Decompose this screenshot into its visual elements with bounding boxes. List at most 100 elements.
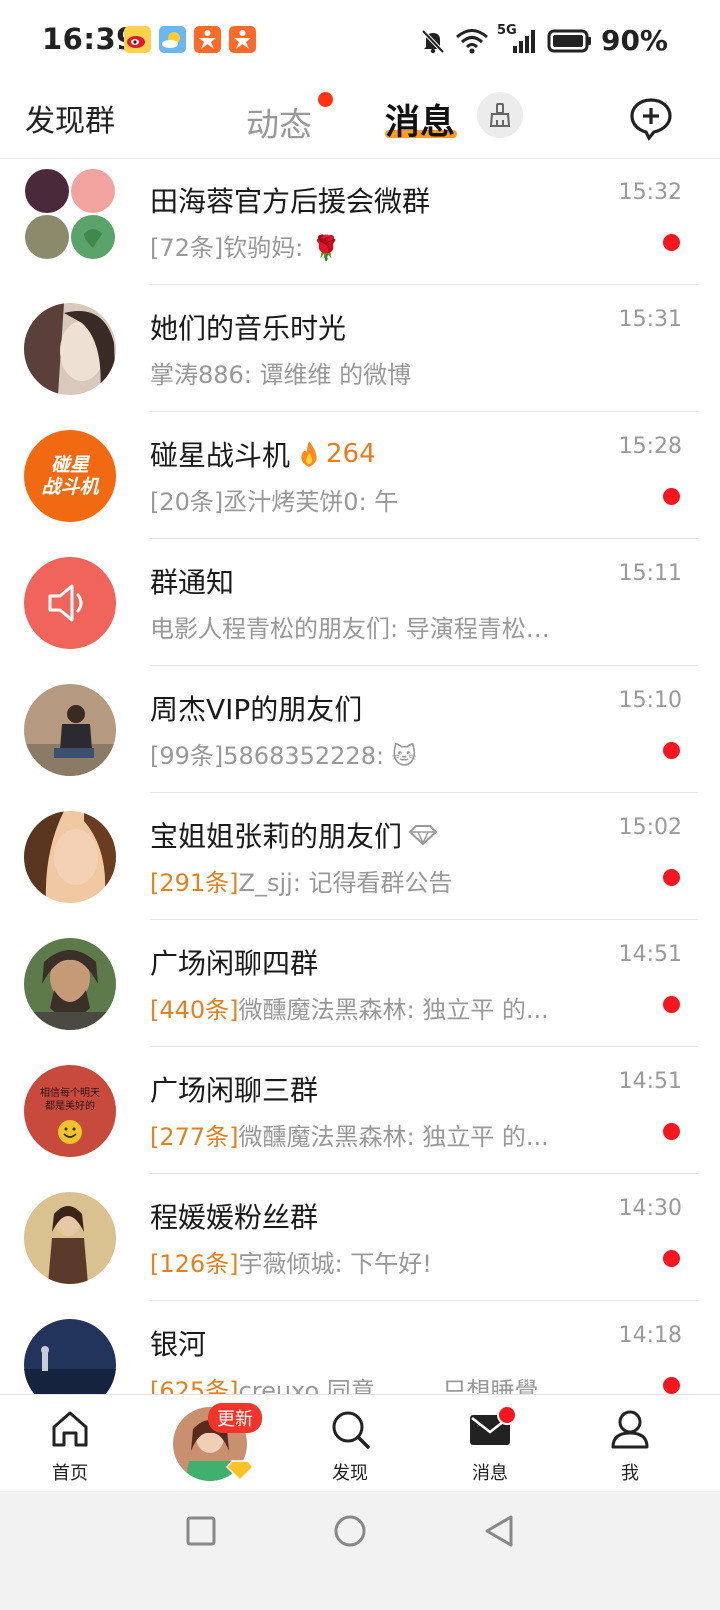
avatar-text: 碰星 战斗机 [41, 454, 99, 498]
tab-messages[interactable]: 消息 [385, 94, 455, 145]
conversation-name: 周杰VIP的朋友们 [150, 693, 363, 726]
conversation-time: 14:30 [618, 1196, 682, 1221]
status-app-icons [124, 26, 256, 53]
conversation-name: 宝姐姐张莉的朋友们 [150, 820, 403, 853]
message-count: [625条] [150, 1377, 239, 1394]
conversation-preview: [126条]宇薇倾城: 下午好! [150, 1244, 432, 1279]
home-circle-icon[interactable] [333, 1514, 367, 1548]
nav-discover-label: 发现 [332, 1463, 368, 1484]
status-indicators: 5G 90% [419, 23, 668, 57]
unread-dot [663, 996, 680, 1013]
new-chat-button[interactable] [628, 96, 674, 146]
conversation-time: 14:51 [618, 942, 682, 967]
conversation-row[interactable]: 她们的音乐时光 掌涛886: 谭维维 的微博 15:31 [0, 285, 720, 412]
group-avatar [24, 938, 116, 1030]
nav-me[interactable]: 我 [590, 1407, 670, 1485]
app-icon-1 [194, 26, 221, 53]
group-avatar [24, 684, 116, 776]
conversation-row[interactable]: 相信每个明天 都是美好的 广场闲聊三群 [277条]微醺魔法黑森林: 独立平 的… [0, 1047, 720, 1174]
conversation-row[interactable]: 银河 [625条]creuxo 同意 _____只想睡覺 ... 14:18 [0, 1301, 720, 1394]
conversation-row[interactable]: 群通知 电影人程青松的朋友们: 导演程青松… 15:11 [0, 539, 720, 666]
group-notice-avatar [24, 557, 116, 649]
group-avatar [24, 1192, 116, 1284]
unread-dot [663, 869, 680, 886]
group-avatar [24, 811, 116, 903]
conversation-row[interactable]: 田海蓉官方后援会微群 [72条]钦驹妈: 🌹 15:32 [0, 158, 720, 285]
nav-messages[interactable]: 消息 [450, 1407, 530, 1485]
status-bar: 16:39 5G 90% [0, 0, 720, 80]
discover-groups-link[interactable]: 发现群 [25, 96, 115, 140]
update-badge: 更新 [208, 1403, 262, 1433]
unread-dot [663, 742, 680, 759]
clear-unread-button[interactable] [477, 92, 523, 138]
preview-text: creuxo 同意 _____只想睡覺 ... [238, 1377, 569, 1394]
app-icon-2 [229, 26, 256, 53]
conversation-name: 她们的音乐时光 [150, 312, 347, 345]
conversation-time: 15:32 [618, 180, 682, 205]
conversation-preview: [291条]Z_sjj: 记得看群公告 [150, 863, 453, 898]
message-count: [440条] [150, 996, 239, 1024]
search-icon [332, 1411, 370, 1449]
group-avatar [24, 303, 116, 395]
preview-text: 宇薇倾城: 下午好! [238, 1250, 432, 1278]
conversation-row[interactable]: 广场闲聊四群 [440条]微醺魔法黑森林: 独立平 的... 14:51 [0, 920, 720, 1047]
conversation-preview: 掌涛886: 谭维维 的微博 [150, 361, 412, 389]
preview-text: Z_sjj: 记得看群公告 [238, 869, 453, 897]
conversation-preview: [625条]creuxo 同意 _____只想睡覺 ... [150, 1371, 569, 1394]
back-triangle-icon[interactable] [483, 1514, 515, 1548]
vip-diamond-icon [226, 1460, 254, 1481]
conversation-preview: 电影人程青松的朋友们: 导演程青松… [150, 615, 550, 643]
conversation-row[interactable]: 程媛媛粉丝群 [126条]宇薇倾城: 下午好! 14:30 [0, 1174, 720, 1301]
conversation-time: 15:28 [618, 434, 682, 459]
recents-icon[interactable] [185, 1515, 217, 1547]
nav-messages-label: 消息 [472, 1463, 508, 1484]
person-icon [611, 1410, 649, 1449]
smiley-icon [58, 1120, 82, 1144]
conversation-time: 15:02 [618, 815, 682, 840]
message-count: [126条] [150, 1250, 239, 1278]
system-navigation-bar [0, 1491, 720, 1610]
conversation-name: 田海蓉官方后援会微群 [150, 185, 431, 218]
unread-dot [663, 1250, 680, 1267]
mute-bell-icon [421, 29, 445, 53]
diamond-icon [408, 825, 438, 846]
preview-text: 微醺魔法黑森林: 独立平 的... [238, 996, 549, 1024]
chat-plus-icon [630, 98, 672, 141]
unread-dot [663, 1377, 680, 1394]
conversation-name: 广场闲聊四群 [150, 947, 319, 980]
battery-percent: 90% [600, 24, 668, 57]
tab-messages-label: 消息 [385, 103, 456, 143]
unread-dot [663, 488, 680, 505]
home-icon [52, 1411, 88, 1447]
unread-dot [663, 234, 680, 251]
status-time: 16:39 [42, 22, 137, 56]
conversation-time: 15:10 [618, 688, 682, 713]
conversation-preview: [277条]微醺魔法黑森林: 独立平 的... [150, 1117, 549, 1152]
group-avatar-collage [24, 168, 116, 260]
tab-feed[interactable]: 动态 [246, 98, 312, 146]
fire-icon [301, 441, 317, 467]
conversation-name-line: 宝姐姐张莉的朋友们 [150, 815, 438, 855]
conversation-name: 碰星战斗机 [150, 439, 291, 472]
preview-text: 微醺魔法黑森林: 独立平 的... [238, 1123, 549, 1151]
conversation-row[interactable]: 宝姐姐张莉的朋友们 [291条]Z_sjj: 记得看群公告 15:02 [0, 793, 720, 920]
conversation-time: 14:51 [618, 1069, 682, 1094]
bottom-navigation: 首页 更新 发现 消息 我 [0, 1394, 720, 1492]
top-header: 发现群 动态 消息 [0, 82, 720, 159]
conversation-name-line: 碰星战斗机 264 [150, 434, 376, 474]
conversation-row[interactable]: 碰星 战斗机 碰星战斗机 264 [20条]丞汁烤芙饼0: 午 15:28 [0, 412, 720, 539]
weibo-icon [124, 26, 151, 53]
message-count: [277条] [150, 1123, 239, 1151]
nav-home[interactable]: 首页 [30, 1407, 110, 1485]
conversation-name: 银河 [150, 1328, 207, 1361]
conversation-list[interactable]: 田海蓉官方后援会微群 [72条]钦驹妈: 🌹 15:32 她们的音乐时光 掌涛8… [0, 158, 720, 1394]
weather-icon [159, 26, 186, 53]
conversation-row[interactable]: 周杰VIP的朋友们 [99条]5868352228: 🐱 15:10 [0, 666, 720, 793]
signal-icon: 5G [497, 23, 539, 55]
conversation-name: 程媛媛粉丝群 [150, 1201, 319, 1234]
unread-dot [663, 1123, 680, 1140]
nav-discover[interactable]: 发现 [310, 1407, 390, 1485]
avatar-text: 相信每个明天 都是美好的 [40, 1088, 100, 1112]
conversation-time: 14:18 [618, 1323, 682, 1348]
wifi-icon [455, 28, 488, 53]
